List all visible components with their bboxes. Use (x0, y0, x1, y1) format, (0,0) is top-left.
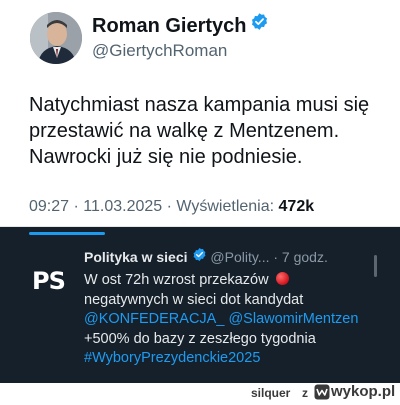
tweet-text-line: Natychmiast nasza kampania musi się (29, 94, 370, 116)
hashtag-link[interactable]: #WyboryPrezydenckie2025 (84, 349, 384, 369)
tweet-text-line: Nawrocki już się nie podniesie. (29, 146, 303, 168)
author-name[interactable]: Roman Giertych (92, 12, 269, 39)
tweet-text: Natychmiast nasza kampania musi się prze… (29, 92, 389, 170)
tweet-text: W ost 72h wzrost przekazów negatywnych w… (84, 271, 384, 369)
ps-logo[interactable]: PS (32, 267, 70, 297)
footer-z: z (302, 386, 308, 400)
watermark-footer: silquer z wykop.pl (0, 383, 400, 402)
author-handle[interactable]: @GiertychRoman (92, 41, 227, 61)
tweet-text-line: negatywnych w sieci dot kandydat (84, 291, 304, 308)
tweet-date[interactable]: 11.03.2025 (83, 198, 162, 215)
uploader-name: silquer (251, 386, 291, 400)
views-label: Wyświetlenia: (176, 198, 275, 215)
author-handle[interactable]: @Polity... (210, 249, 269, 265)
verified-badge-icon (192, 247, 207, 265)
author-name[interactable]: Polityka w sieci (84, 249, 188, 265)
tweet-text-line: W ost 72h wzrost przekazów (84, 272, 269, 288)
quoted-tweet-card: Roman Giertych @GiertychRoman Natychmias… (0, 0, 400, 227)
mention-link[interactable]: @SlawomirMentzen (228, 311, 358, 327)
verified-badge-icon (250, 12, 269, 37)
reply-tweet-card: PS Polityka w sieci @Polity... · 7 godz.… (0, 227, 400, 383)
tab-indicator (29, 232, 105, 235)
views-count: 472k (278, 198, 315, 215)
tweet-text-line: przestawić na walkę z Mentzenem. (29, 120, 340, 142)
wykop-brand: wykop.pl (331, 383, 396, 400)
tweet-header: Polityka w sieci @Polity... · 7 godz. (84, 247, 328, 265)
red-circle-icon (275, 272, 289, 285)
wykop-logo-icon (314, 384, 330, 400)
mention-link[interactable]: @KONFEDERACJA_ (84, 311, 224, 327)
tweet-time[interactable]: 7 godz. (282, 249, 328, 265)
tweet-text-line: +500% do bazy z zeszłego tygodnia (84, 330, 316, 347)
tweet-meta: 09:27 · 11.03.2025 · Wyświetlenia: 472k (29, 198, 315, 215)
author-avatar[interactable] (30, 12, 82, 64)
tweet-time[interactable]: 09:27 (29, 198, 69, 215)
